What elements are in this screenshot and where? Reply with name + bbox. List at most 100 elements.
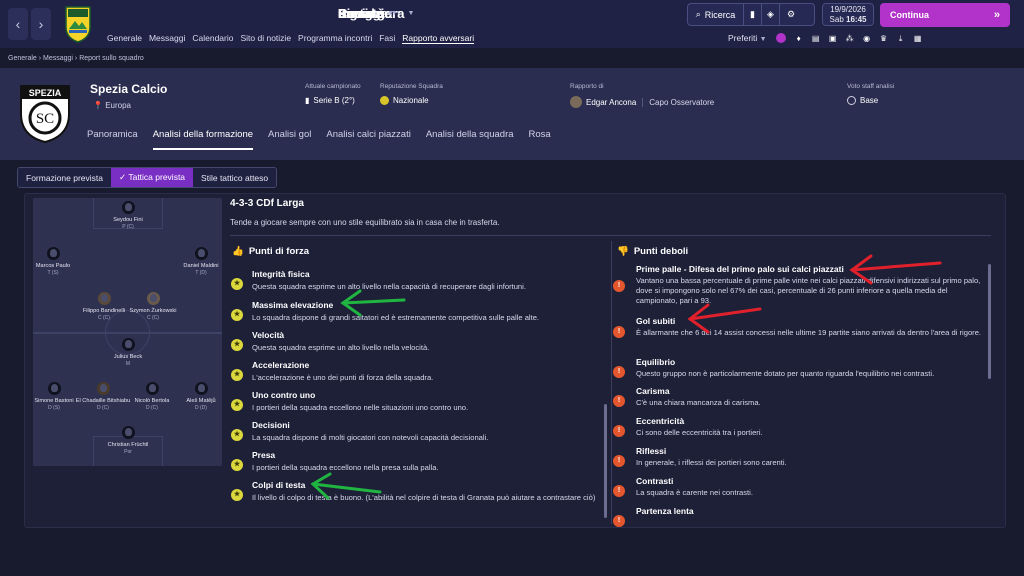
clipboard-icon[interactable]: ▣ — [829, 34, 837, 43]
player-card[interactable]: Marcos Paulo T (S) — [23, 247, 83, 277]
subnav-sito-notizie[interactable]: Sito di notizie — [240, 33, 291, 44]
player-card[interactable]: Szymon Żurkowski C (C) — [123, 292, 183, 322]
subnav-rapporto-avversari[interactable]: Rapporto avversari — [402, 33, 475, 44]
player-card[interactable]: Seydou Fini P (C) — [98, 201, 158, 231]
svg-text:SC: SC — [36, 111, 54, 127]
star-icon: ★ — [231, 278, 243, 290]
tab-analisi-squadra[interactable]: Analisi della squadra — [426, 129, 514, 150]
tactics-icon[interactable]: ⁂ — [846, 34, 854, 43]
bookmark-icon[interactable]: ▮ — [744, 4, 762, 25]
formation-description: Tende a giocare sempre con uno stile equ… — [230, 218, 500, 227]
medal-icon[interactable]: ◉ — [863, 34, 871, 43]
warning-icon: ! — [613, 395, 625, 407]
search-icon: ⌕ — [695, 9, 701, 19]
player-card[interactable]: Christian Früchtl Por — [98, 426, 158, 456]
segment-stile-tattico[interactable]: Stile tattico atteso — [193, 168, 277, 187]
subnav-generale[interactable]: Generale — [107, 33, 142, 44]
warning-icon: ! — [613, 280, 625, 292]
back-button[interactable]: ‹ — [8, 8, 28, 40]
player-avatar — [121, 338, 135, 351]
segment-tattica-prevista[interactable]: ✓ Tattica prevista — [111, 168, 194, 187]
gear-icon[interactable]: ⚙ — [780, 4, 802, 25]
column-divider — [611, 241, 612, 524]
warning-icon: ! — [613, 425, 625, 437]
club-logo[interactable] — [64, 5, 92, 43]
club-crest: SPEZIA SC — [20, 85, 70, 144]
tab-panoramica[interactable]: Panoramica — [87, 129, 138, 150]
reputation-icon — [380, 96, 389, 105]
circle-icon — [847, 96, 856, 105]
scout-name[interactable]: Edgar Ancona — [586, 98, 636, 107]
report-tabs: Panoramica Analisi della formazione Anal… — [87, 129, 551, 150]
date-display[interactable]: 19/9/2026 Sab 16:45 — [822, 3, 874, 26]
breadcrumb[interactable]: Generale › Messaggi › Report sullo squad… — [8, 55, 144, 62]
favorites-bar: Preferiti ▼ ♦ ▤ ▣ ⁂ ◉ ♛ ⤓ ▦ — [728, 33, 922, 43]
nav-carriera[interactable]: Carriera ▼ — [338, 6, 703, 21]
player-avatar — [145, 382, 159, 395]
tab-rosa[interactable]: Rosa — [529, 129, 551, 150]
strengths-scrollbar[interactable] — [604, 404, 607, 518]
subnav-fasi[interactable]: Fasi — [379, 33, 395, 44]
thumbs-up-icon: 👍 — [232, 246, 244, 257]
league-value[interactable]: Serie B (2°) — [313, 96, 354, 105]
star-icon: ★ — [231, 309, 243, 321]
star-icon: ★ — [231, 369, 243, 381]
player-avatar — [121, 201, 135, 214]
search-bar: ⌕ Ricerca ▮ ◈ ⚙ — [687, 3, 815, 26]
view-toggle: Formazione prevista ✓ Tattica prevista S… — [17, 167, 278, 188]
report-info: Rapporto di Edgar Ancona Capo Osservatore — [570, 83, 715, 108]
player-card[interactable]: Daniel Maldini T (D) — [171, 247, 231, 277]
segment-formazione-prevista[interactable]: Formazione prevista — [18, 168, 112, 187]
warning-icon: ! — [613, 485, 625, 497]
player-avatar — [96, 382, 110, 395]
star-icon: ★ — [231, 459, 243, 471]
reputation-info: Reputazione Squadra Nazionale — [380, 83, 443, 105]
subnav-calendario[interactable]: Calendario — [192, 33, 233, 44]
shield-icon[interactable]: ◈ — [762, 4, 780, 25]
subnav-messaggi[interactable]: Messaggi — [149, 33, 185, 44]
player-avatar — [47, 382, 61, 395]
player-avatar — [97, 292, 111, 305]
date-time: 16:45 — [846, 15, 867, 24]
download-icon[interactable]: ⤓ — [897, 34, 905, 43]
avatar — [570, 96, 582, 108]
sub-nav: Generale Messaggi Calendario Sito di not… — [107, 33, 475, 44]
strengths-heading: 👍 Punti di forza — [232, 246, 310, 257]
subnav-programma-incontri[interactable]: Programma incontri — [298, 33, 372, 44]
player-avatar — [194, 382, 208, 395]
warning-icon: ! — [613, 455, 625, 467]
chat-icon[interactable] — [775, 33, 786, 43]
player-avatar — [46, 247, 60, 260]
warning-icon: ! — [613, 515, 625, 527]
club-name: Spezia Calcio — [90, 82, 168, 96]
star-icon: ★ — [231, 489, 243, 501]
date-weekday: Sab — [829, 15, 844, 24]
trophy-icon[interactable]: ♛ — [880, 34, 888, 43]
document-icon[interactable]: ▤ — [812, 34, 820, 43]
star-icon: ★ — [231, 399, 243, 411]
svg-text:SPEZIA: SPEZIA — [29, 88, 62, 98]
date-day: 19/9/2026 — [830, 5, 866, 14]
player-card[interactable]: Aleš Matějů D (D) — [171, 382, 231, 412]
player-avatar — [121, 426, 135, 439]
tab-analisi-gol[interactable]: Analisi gol — [268, 129, 311, 150]
divider — [230, 235, 991, 236]
forward-button[interactable]: › — [31, 8, 51, 40]
tab-analisi-calci-piazzati[interactable]: Analisi calci piazzati — [326, 129, 410, 150]
continue-button[interactable]: Continua» — [880, 3, 1010, 27]
thumbs-down-icon: 👎 — [617, 246, 629, 257]
star-icon: ★ — [231, 339, 243, 351]
tab-analisi-formazione[interactable]: Analisi della formazione — [152, 129, 254, 150]
star-icon: ★ — [231, 429, 243, 441]
chevron-down-icon: ▼ — [390, 10, 398, 17]
player-card[interactable]: Julius Beck M — [98, 338, 158, 368]
formation-title: 4-3-3 CDf Larga — [230, 198, 304, 209]
search-button[interactable]: ⌕ Ricerca — [688, 4, 744, 25]
warning-icon: ! — [613, 326, 625, 338]
club-region: 📍 Europa — [93, 101, 131, 110]
favorites-dropdown[interactable]: Preferiti ▼ — [728, 33, 767, 43]
shirt-icon[interactable]: ♦ — [795, 34, 803, 43]
weaknesses-scrollbar[interactable] — [988, 264, 991, 379]
weaknesses-heading: 👎 Punti deboli — [617, 246, 689, 257]
calendar-icon[interactable]: ▦ — [914, 34, 922, 43]
